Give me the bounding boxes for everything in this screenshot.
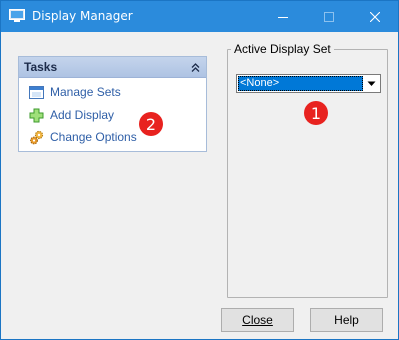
callout-marker-2: 2 xyxy=(139,112,163,136)
tasks-title: Tasks xyxy=(24,60,58,74)
active-display-set-legend: Active Display Set xyxy=(231,42,334,56)
task-label: Add Display xyxy=(50,108,115,122)
triangle-down-icon xyxy=(367,81,376,86)
minimize-button[interactable] xyxy=(260,1,306,32)
window-client-area: Tasks Manage Sets Add Display Change Opt… xyxy=(2,33,397,338)
active-display-set-combobox[interactable]: <None> xyxy=(236,74,381,93)
task-label: Manage Sets xyxy=(50,85,121,99)
tasks-panel: Tasks Manage Sets Add Display Change Opt… xyxy=(18,56,207,152)
app-icon xyxy=(9,9,25,23)
callout-marker-1: 1 xyxy=(304,101,328,125)
display-manager-window: Display Manager Tasks Manage Sets Add Di… xyxy=(0,0,399,340)
maximize-icon xyxy=(324,11,334,22)
title-bar[interactable]: Display Manager xyxy=(1,1,398,32)
double-chevron-up-icon[interactable] xyxy=(191,62,200,72)
close-icon xyxy=(370,11,380,22)
combobox-dropdown-button[interactable] xyxy=(363,76,379,91)
help-button-label: Help xyxy=(334,313,359,327)
minimize-icon xyxy=(278,16,288,18)
task-label: Change Options xyxy=(50,130,137,144)
combobox-selected-value: <None> xyxy=(238,76,363,91)
help-button[interactable]: Help xyxy=(310,308,383,332)
gears-icon xyxy=(29,130,44,145)
window-title: Display Manager xyxy=(32,9,133,23)
window-icon xyxy=(29,85,44,100)
close-window-button[interactable] xyxy=(352,1,398,32)
task-change-options[interactable]: Change Options xyxy=(29,129,137,145)
close-button[interactable]: Close xyxy=(221,308,294,332)
task-manage-sets[interactable]: Manage Sets xyxy=(29,84,121,100)
maximize-button[interactable] xyxy=(306,1,352,32)
close-button-label: Close xyxy=(242,313,273,327)
plus-icon xyxy=(29,108,44,123)
tasks-header[interactable]: Tasks xyxy=(19,57,206,78)
task-add-display[interactable]: Add Display xyxy=(29,107,114,123)
